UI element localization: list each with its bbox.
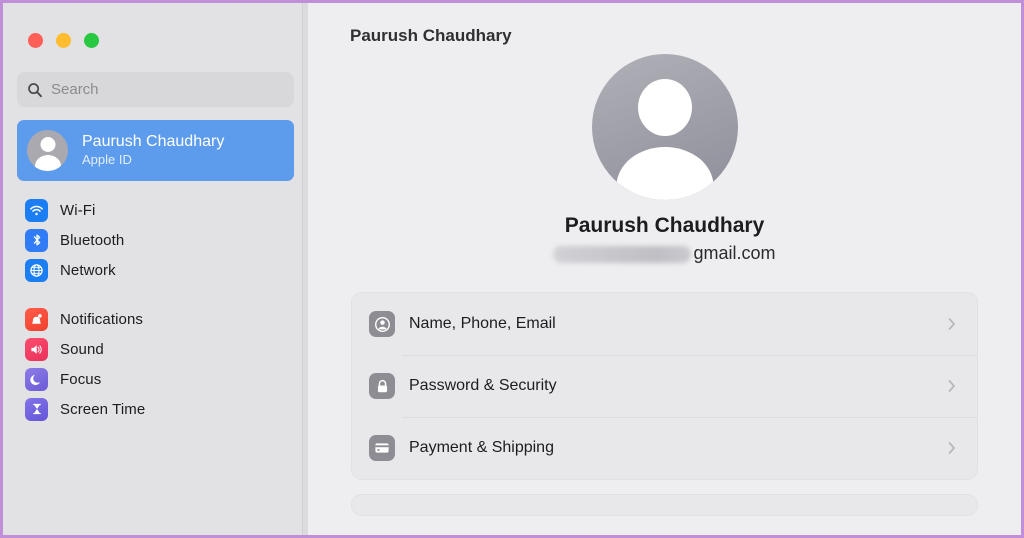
sidebar-item-label: Notifications [60, 310, 144, 328]
next-settings-card-partial[interactable] [351, 494, 978, 516]
row-label: Name, Phone, Email [409, 315, 556, 332]
lock-icon [369, 373, 395, 399]
sidebar-item-focus[interactable]: Focus [17, 364, 294, 394]
search-container [3, 48, 308, 107]
settings-cards: Name, Phone, Email Password & Security P… [308, 292, 1021, 516]
globe-icon [25, 258, 48, 282]
sidebar-item-label: Network [60, 261, 116, 279]
page-title: Paurush Chaudhary [350, 26, 512, 45]
bell-icon [25, 307, 48, 331]
account-settings-card: Name, Phone, Email Password & Security P… [351, 292, 978, 480]
sidebar-item-label: Screen Time [60, 400, 146, 418]
sidebar-item-sound[interactable]: Sound [17, 334, 294, 364]
search-input[interactable] [51, 81, 284, 98]
person-avatar-icon[interactable] [591, 54, 738, 200]
profile-header: Paurush Chaudhary gmail.com [308, 54, 1021, 264]
bluetooth-icon [25, 228, 48, 252]
sidebar-item-bluetooth[interactable]: Bluetooth [17, 225, 294, 255]
close-button[interactable] [28, 33, 43, 48]
chevron-right-icon [948, 442, 955, 454]
sidebar-list: Paurush Chaudhary Apple ID Wi-Fi Bluetoo… [3, 107, 308, 424]
row-label: Password & Security [409, 377, 557, 394]
sidebar-item-label: Sound [60, 340, 104, 358]
sidebar-item-label: Bluetooth [60, 231, 125, 249]
sidebar-group-divider [17, 285, 294, 304]
redacted-email-blur [553, 246, 692, 263]
profile-email: gmail.com [553, 243, 776, 264]
sidebar-item-apple-id[interactable]: Paurush Chaudhary Apple ID [17, 120, 294, 181]
sidebar-item-label: Focus [60, 370, 102, 388]
chevron-right-icon [948, 380, 955, 392]
speaker-icon [25, 337, 48, 361]
main-content: Paurush Chaudhary Paurush Chaudhary gmai… [308, 3, 1021, 535]
row-label: Payment & Shipping [409, 439, 554, 456]
person-circle-icon [369, 311, 395, 337]
wifi-icon [25, 198, 48, 222]
sidebar-item-network[interactable]: Network [17, 255, 294, 285]
search-box[interactable] [17, 72, 294, 107]
system-settings-window: Paurush Chaudhary Apple ID Wi-Fi [0, 0, 1024, 538]
profile-email-visible: gmail.com [693, 243, 776, 263]
sidebar-item-label: Wi-Fi [60, 201, 96, 219]
sidebar-account-name: Paurush Chaudhary [82, 133, 225, 151]
row-password-security[interactable]: Password & Security [352, 355, 977, 417]
sidebar-item-wifi[interactable]: Wi-Fi [17, 195, 294, 225]
moon-icon [25, 367, 48, 391]
sidebar-item-notifications[interactable]: Notifications [17, 304, 294, 334]
sidebar: Paurush Chaudhary Apple ID Wi-Fi [3, 3, 308, 535]
hourglass-icon [25, 397, 48, 421]
search-icon [28, 82, 42, 97]
zoom-button[interactable] [84, 33, 99, 48]
credit-card-icon [369, 435, 395, 461]
row-name-phone-email[interactable]: Name, Phone, Email [352, 293, 977, 355]
window-controls [3, 3, 308, 48]
chevron-right-icon [948, 318, 955, 330]
profile-name: Paurush Chaudhary [564, 214, 765, 237]
minimize-button[interactable] [56, 33, 71, 48]
row-payment-shipping[interactable]: Payment & Shipping [352, 417, 977, 479]
sidebar-item-screen-time[interactable]: Screen Time [17, 394, 294, 424]
sidebar-account-subtitle: Apple ID [82, 152, 132, 168]
person-avatar-icon [27, 130, 68, 171]
